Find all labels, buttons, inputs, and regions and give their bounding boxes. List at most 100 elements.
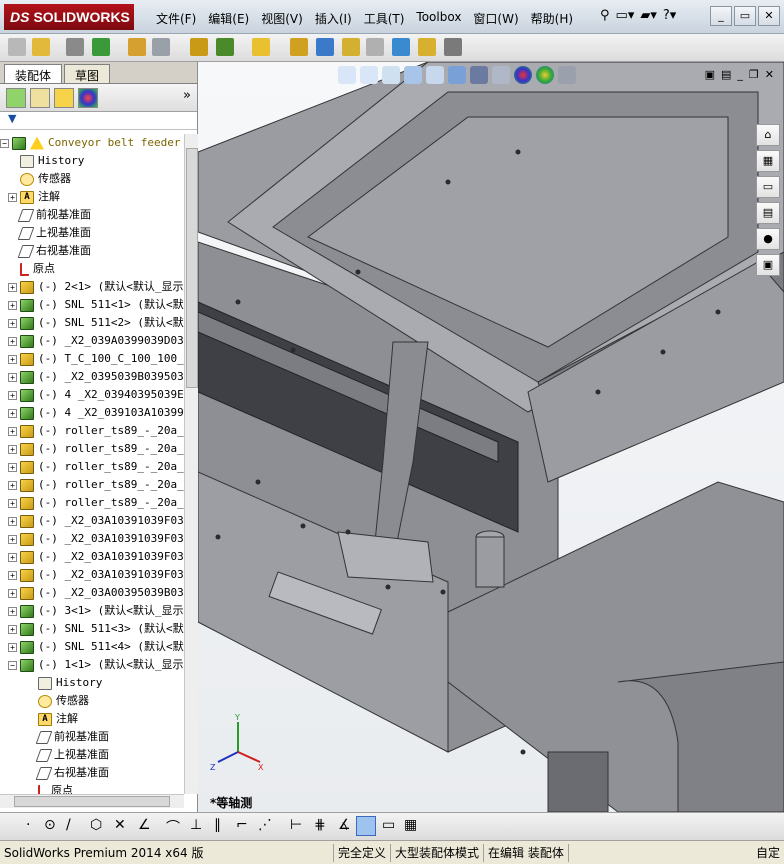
interference-detection-icon[interactable] xyxy=(366,38,384,56)
new-document-icon[interactable]: ▭▾ xyxy=(616,8,635,23)
tree-item[interactable]: + (-) SNL 511<3> (默认<默 xyxy=(0,620,184,638)
tree-item[interactable]: 前视基准面 xyxy=(0,728,184,746)
view-palette-icon[interactable]: ▤ xyxy=(756,202,780,224)
tree-item[interactable]: + (-) 4 _X2_03940395039E0 xyxy=(0,386,184,404)
expand-icon[interactable]: + xyxy=(8,462,17,472)
tree-item[interactable]: + (-) roller_ts89_-_20a_- xyxy=(0,458,184,476)
tree-item[interactable]: + (-) _X2_0395039B039503A xyxy=(0,368,184,386)
edit-appearance-icon[interactable] xyxy=(514,66,532,84)
property-manager-icon[interactable] xyxy=(30,88,50,108)
graphics-viewport[interactable]: ▣ ▤ _ ❐ ✕ ⌂ ▦ ▭ ▤ ● ▣ Y X Z *等轴测 xyxy=(198,62,784,812)
tree-item[interactable]: + (-) _X2_03A10391039F03A xyxy=(0,530,184,548)
horizontal-scroll-thumb[interactable] xyxy=(14,796,170,807)
tree-item[interactable]: − (-) 1<1> (默认<默认_显示 xyxy=(0,656,184,674)
tree-item[interactable]: + (-) 3<1> (默认<默认_显示 xyxy=(0,602,184,620)
configuration-manager-icon[interactable] xyxy=(54,88,74,108)
pin-icon[interactable]: ⚲ xyxy=(600,8,610,23)
viewport-split-vertical-icon[interactable]: ▤ xyxy=(721,68,731,81)
tree-item[interactable]: History xyxy=(0,674,184,692)
menu-tools[interactable]: 工具(T) xyxy=(358,8,411,29)
help-icon[interactable]: ?▾ xyxy=(663,8,676,23)
display-manager-icon[interactable] xyxy=(78,88,98,108)
appearances-icon[interactable]: ● xyxy=(756,228,780,250)
tree-item[interactable]: 上视基准面 xyxy=(0,224,184,242)
show-hidden-icon[interactable] xyxy=(152,38,170,56)
tree-item[interactable]: + (-) _X2_03A10391039F03A xyxy=(0,512,184,530)
expand-icon[interactable]: + xyxy=(8,552,17,562)
expand-icon[interactable]: + xyxy=(8,336,17,346)
menu-window[interactable]: 窗口(W) xyxy=(467,8,524,29)
point-icon[interactable]: · xyxy=(26,817,30,833)
large-assembly-icon[interactable] xyxy=(444,38,462,56)
tree-item[interactable]: + (-) roller_ts89_-_20a_- xyxy=(0,440,184,458)
tree-item[interactable]: + (-) _X2_03A00395039B039 xyxy=(0,584,184,602)
tree-item[interactable]: + (-) _X2_039A0399039D039 xyxy=(0,332,184,350)
mate-icon[interactable] xyxy=(66,38,84,56)
solidworks-resources-icon[interactable]: ⌂ xyxy=(756,124,780,146)
tree-item[interactable]: 右视基准面 xyxy=(0,764,184,782)
assembly-features-icon[interactable] xyxy=(190,38,208,56)
expand-panel-icon[interactable]: » xyxy=(183,88,191,103)
tree-item[interactable]: + (-) roller_ts89_-_20a_- xyxy=(0,476,184,494)
filter-icon[interactable]: ▼ xyxy=(8,112,16,125)
relation-icon[interactable]: ⊥ xyxy=(190,817,202,833)
edit-component-icon[interactable] xyxy=(8,38,26,56)
dynamic-annotation-icon[interactable] xyxy=(426,66,444,84)
menu-insert[interactable]: 插入(I) xyxy=(309,8,358,29)
expand-icon[interactable]: + xyxy=(8,390,17,400)
view-orientation-icon[interactable] xyxy=(448,66,466,84)
tree-item[interactable]: 前视基准面 xyxy=(0,206,184,224)
front-view-icon[interactable]: ▭ xyxy=(382,817,395,833)
close-button[interactable]: ✕ xyxy=(758,6,780,26)
new-motion-study-icon[interactable] xyxy=(252,38,270,56)
explode-line-sketch-icon[interactable] xyxy=(342,38,360,56)
tree-item[interactable]: + (-) roller_ts89_-_20a_- xyxy=(0,422,184,440)
expand-icon[interactable]: + xyxy=(8,408,17,418)
instant3d-icon[interactable] xyxy=(418,38,436,56)
tree-item[interactable]: + A 注解 xyxy=(0,188,184,206)
expand-icon[interactable]: + xyxy=(8,516,17,526)
custom-properties-icon[interactable]: ▣ xyxy=(756,254,780,276)
expand-icon[interactable]: + xyxy=(8,480,17,490)
expand-icon[interactable]: + xyxy=(8,570,17,580)
tree-item[interactable]: History xyxy=(0,152,184,170)
corner-rectangle-icon[interactable]: ⌐ xyxy=(236,817,248,833)
polygon-icon[interactable]: ⬡ xyxy=(90,817,102,833)
tab-sketch[interactable]: 草图 xyxy=(64,64,111,83)
expand-icon[interactable]: + xyxy=(8,642,17,652)
tree-root[interactable]: −Conveyor belt feeder wit xyxy=(0,134,184,152)
grid-icon[interactable]: ⋕ xyxy=(314,817,326,833)
tree-item[interactable]: + (-) T_C_100_C_100_100_B xyxy=(0,350,184,368)
tree-item[interactable]: + (-) _X2_03A10391039F03A xyxy=(0,566,184,584)
reference-geometry-icon[interactable] xyxy=(216,38,234,56)
tree-item[interactable]: + (-) 2<1> (默认<默认_显示 xyxy=(0,278,184,296)
menu-edit[interactable]: 编辑(E) xyxy=(202,8,255,29)
view-settings-icon[interactable] xyxy=(558,66,576,84)
expand-icon[interactable]: + xyxy=(8,318,17,328)
menu-view[interactable]: 视图(V) xyxy=(255,8,309,29)
expand-icon[interactable]: + xyxy=(8,444,17,454)
tree-item[interactable]: 上视基准面 xyxy=(0,746,184,764)
expand-icon[interactable]: + xyxy=(8,534,17,544)
expand-icon[interactable]: + xyxy=(8,426,17,436)
tree-item[interactable]: 原点 xyxy=(0,260,184,278)
tree-item[interactable]: + (-) _X2_03A10391039F03A xyxy=(0,548,184,566)
smart-dimension-icon[interactable]: ⌒ xyxy=(166,817,180,837)
status-custom-units[interactable]: 自定 xyxy=(752,844,784,862)
file-explorer-icon[interactable]: ▭ xyxy=(756,176,780,198)
expand-icon[interactable]: + xyxy=(8,498,17,508)
menu-file[interactable]: 文件(F) xyxy=(150,8,202,29)
tree-item[interactable]: + (-) SNL 511<1> (默认<默 xyxy=(0,296,184,314)
section-view-icon[interactable] xyxy=(404,66,422,84)
expand-icon[interactable]: + xyxy=(8,372,17,382)
viewport-close-icon[interactable]: ✕ xyxy=(765,68,774,81)
tree-item[interactable]: 原点 xyxy=(0,782,184,794)
zoom-to-area-icon[interactable] xyxy=(360,66,378,84)
line-icon[interactable]: / xyxy=(66,817,71,833)
restore-button[interactable]: ▭ xyxy=(734,6,756,26)
tree-item[interactable]: + (-) SNL 511<2> (默认<默 xyxy=(0,314,184,332)
tree-item[interactable]: 传感器 xyxy=(0,692,184,710)
display-style-icon[interactable] xyxy=(470,66,488,84)
tab-assembly[interactable]: 装配体 xyxy=(4,64,63,83)
angle-icon[interactable]: ∡ xyxy=(338,817,351,833)
